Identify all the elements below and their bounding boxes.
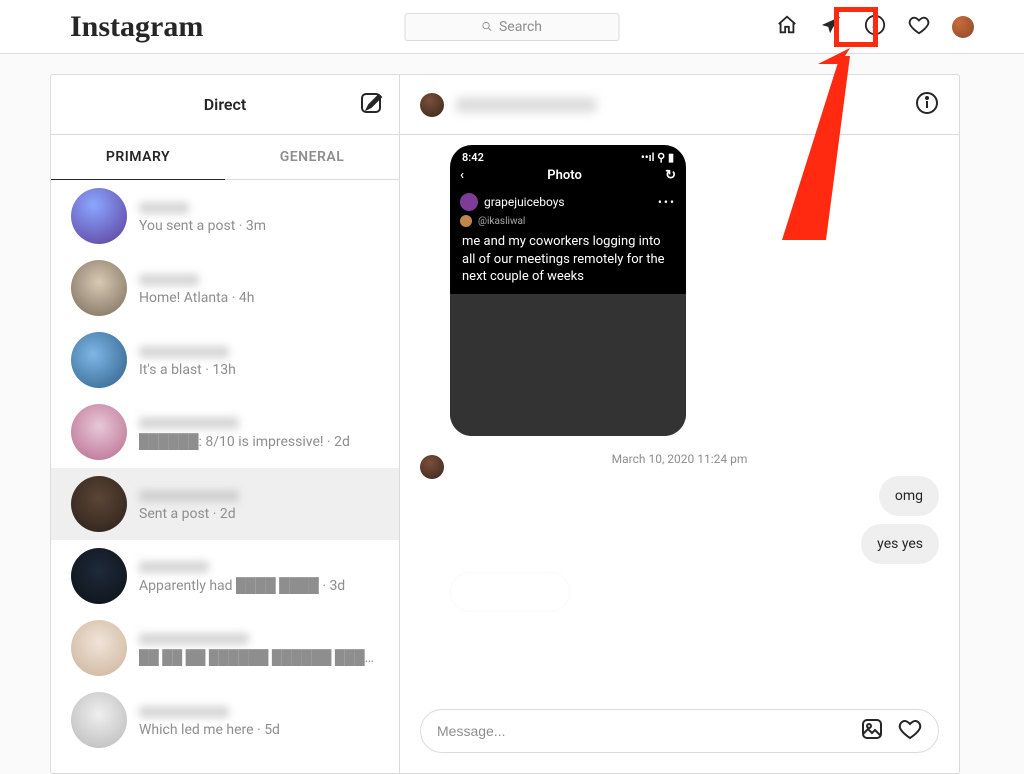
conversation-list[interactable]: You sent a post · 3m Home! Atlanta · 4h … [51, 180, 399, 773]
chat-messages[interactable]: 8:42 ••ıl ⚲ ▮ ‹ Photo ↻ grapejuiceboys •… [400, 135, 959, 693]
conversation-preview: Sent a post · 2d [139, 506, 379, 522]
sent-message-bubble[interactable]: omg [879, 476, 939, 516]
conversation-name [139, 490, 239, 502]
sidebar-header: Direct [51, 75, 399, 135]
conversation-avatar [71, 620, 127, 676]
chat-panel: 8:42 ••ıl ⚲ ▮ ‹ Photo ↻ grapejuiceboys •… [400, 74, 960, 774]
conversation-preview: ██ ██ ██ ██████ ██████ ████… · 5d [139, 649, 379, 666]
conversation-avatar [71, 692, 127, 748]
chat-header [400, 75, 959, 135]
back-chevron-icon: ‹ [460, 168, 464, 183]
conversation-preview: ██████: 8/10 is impressive! · 2d [139, 433, 379, 450]
activity-heart-icon[interactable] [908, 14, 930, 40]
shared-post-account-name: grapejuiceboys [484, 195, 565, 209]
conversation-preview: It's a blast · 13h [139, 362, 379, 378]
instagram-logo[interactable]: Instagram [70, 10, 203, 44]
conversation-item[interactable]: You sent a post · 3m [51, 180, 399, 252]
conversation-item[interactable]: Home! Atlanta · 4h [51, 252, 399, 324]
message-sender-avatar[interactable] [420, 455, 444, 479]
like-heart-icon[interactable] [898, 717, 922, 745]
shared-post-title: Photo [547, 168, 582, 183]
conversation-item[interactable]: ██████: 8/10 is impressive! · 2d [51, 396, 399, 468]
home-icon[interactable] [776, 14, 798, 40]
shared-post-statusbar: 8:42 ••ıl ⚲ ▮ [450, 145, 686, 166]
conversation-item[interactable]: Apparently had ████ ████ · 3d [51, 540, 399, 612]
conversation-avatar [71, 476, 127, 532]
search-placeholder: Search [499, 19, 542, 35]
conversation-item[interactable]: Sent a post · 2d [51, 468, 399, 540]
conversation-avatar [71, 332, 127, 388]
conversation-item[interactable]: Which led me here · 5d [51, 684, 399, 756]
conversation-avatar [71, 188, 127, 244]
conversation-item[interactable]: ██ ██ ██ ██████ ██████ ████… · 5d [51, 612, 399, 684]
message-timestamp: March 10, 2020 11:24 pm [420, 452, 939, 466]
tab-general[interactable]: GENERAL [225, 135, 399, 179]
new-message-button[interactable] [359, 91, 383, 119]
conversation-name [139, 346, 229, 358]
shared-post-account-row: grapejuiceboys ••• [450, 189, 686, 215]
chat-partner-avatar[interactable] [420, 93, 444, 117]
conversation-name [139, 202, 189, 214]
conversation-name [139, 561, 209, 573]
sent-message-bubble[interactable]: yes yes [861, 524, 939, 564]
conversation-avatar [71, 260, 127, 316]
composer-field[interactable] [420, 709, 939, 753]
reply-avatar [460, 215, 472, 227]
shared-post-navbar: ‹ Photo ↻ [450, 166, 686, 189]
inbox-sidebar: Direct PRIMARY GENERAL You sent a post ·… [50, 74, 400, 774]
conversation-name [139, 274, 199, 286]
message-input[interactable] [437, 723, 846, 739]
conversation-avatar [71, 404, 127, 460]
conversation-preview: Which led me here · 5d [139, 722, 379, 738]
search-input[interactable]: Search [405, 13, 620, 41]
refresh-icon: ↻ [665, 168, 676, 183]
shared-post-reply-row: @ikasliwal [450, 215, 686, 231]
conversation-avatar [71, 548, 127, 604]
conversation-name [139, 417, 239, 429]
conversation-info-button[interactable] [915, 91, 939, 119]
shared-post-caption: me and my coworkers logging into all of … [450, 231, 686, 294]
composer [400, 693, 959, 773]
chat-partner-name[interactable] [456, 98, 596, 112]
annotation-highlight-box [834, 7, 878, 47]
conversation-item[interactable]: It's a blast · 13h [51, 324, 399, 396]
add-photo-icon[interactable] [860, 717, 884, 745]
search-icon [482, 21, 493, 32]
main-content: Direct PRIMARY GENERAL You sent a post ·… [0, 54, 1024, 768]
tab-primary[interactable]: PRIMARY [51, 135, 225, 180]
search-container: Search [405, 13, 620, 41]
shared-post-bubble[interactable]: 8:42 ••ıl ⚲ ▮ ‹ Photo ↻ grapejuiceboys •… [450, 145, 686, 436]
shared-post-image-grid [450, 294, 686, 436]
shared-post-account-avatar [460, 193, 478, 211]
conversation-name [139, 706, 229, 718]
sidebar-title: Direct [204, 95, 247, 114]
more-options-icon: ••• [658, 195, 676, 209]
conversation-preview: You sent a post · 3m [139, 218, 379, 234]
conversation-preview: Home! Atlanta · 4h [139, 290, 379, 306]
inbox-tabs: PRIMARY GENERAL [51, 135, 399, 180]
conversation-name [139, 633, 249, 645]
signal-icon: ••ıl ⚲ ▮ [641, 151, 674, 164]
profile-avatar[interactable] [952, 16, 974, 38]
incoming-message-bubble [450, 572, 570, 612]
conversation-preview: Apparently had ████ ████ · 3d [139, 577, 379, 594]
shared-post-reply-handle: @ikasliwal [478, 216, 525, 227]
